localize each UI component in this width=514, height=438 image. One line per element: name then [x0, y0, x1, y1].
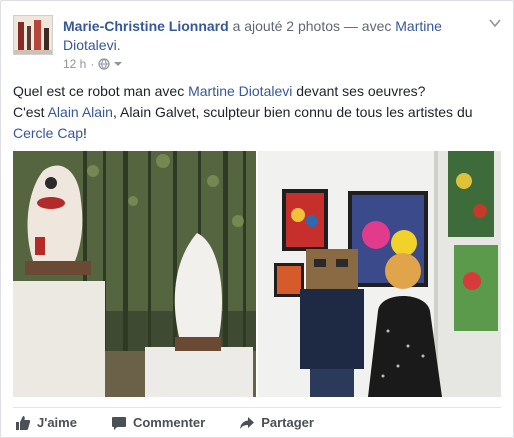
tag-martine[interactable]: Martine Diotalevi — [188, 83, 292, 99]
post-headline: Marie-Christine Lionnard a ajouté 2 phot… — [63, 17, 481, 55]
like-label: J'aime — [37, 415, 77, 430]
photo-gallery[interactable] — [258, 151, 501, 397]
audience-dropdown-icon[interactable] — [114, 60, 123, 68]
tag-alain[interactable]: Alain Alain — [48, 104, 113, 120]
message-line-3: Cercle Cap! — [13, 125, 87, 141]
share-icon — [240, 416, 255, 429]
tag-cercle-cap[interactable]: Cercle Cap — [13, 125, 83, 141]
chevron-down-icon[interactable] — [489, 17, 501, 29]
share-label: Partager — [261, 415, 314, 430]
photo-sculptures[interactable] — [13, 151, 256, 397]
comment-button[interactable]: Commenter — [111, 415, 205, 431]
globe-icon[interactable] — [98, 58, 110, 70]
avatar-image — [14, 16, 52, 54]
post-meta: 12 h · — [63, 57, 123, 71]
gallery-image — [258, 151, 501, 397]
comment-label: Commenter — [132, 415, 206, 430]
message-line-1: Quel est ce robot man avec Martine Diota… — [13, 83, 426, 99]
post-header: Marie-Christine Lionnard a ajouté 2 phot… — [13, 13, 501, 73]
photo-grid — [13, 151, 501, 397]
message-line-2: C'est Alain Alain, Alain Galvet, sculpte… — [13, 104, 473, 120]
share-button[interactable]: Partager — [239, 415, 314, 431]
post-timestamp[interactable]: 12 h — [63, 57, 86, 71]
like-button[interactable]: J'aime — [15, 415, 77, 431]
post-message: Quel est ce robot man avec Martine Diota… — [13, 81, 501, 144]
post-suffix: . — [116, 37, 121, 53]
sculpture-garden-image — [13, 151, 256, 397]
comment-icon — [111, 416, 126, 430]
post-actions: J'aime Commenter Partager — [13, 407, 501, 437]
author-name[interactable]: Marie-Christine Lionnard — [63, 18, 229, 34]
post-action-text: a ajouté 2 photos — avec — [228, 18, 396, 34]
thumbs-up-icon — [16, 415, 31, 430]
post-card: Marie-Christine Lionnard a ajouté 2 phot… — [0, 0, 514, 438]
avatar[interactable] — [13, 15, 53, 55]
